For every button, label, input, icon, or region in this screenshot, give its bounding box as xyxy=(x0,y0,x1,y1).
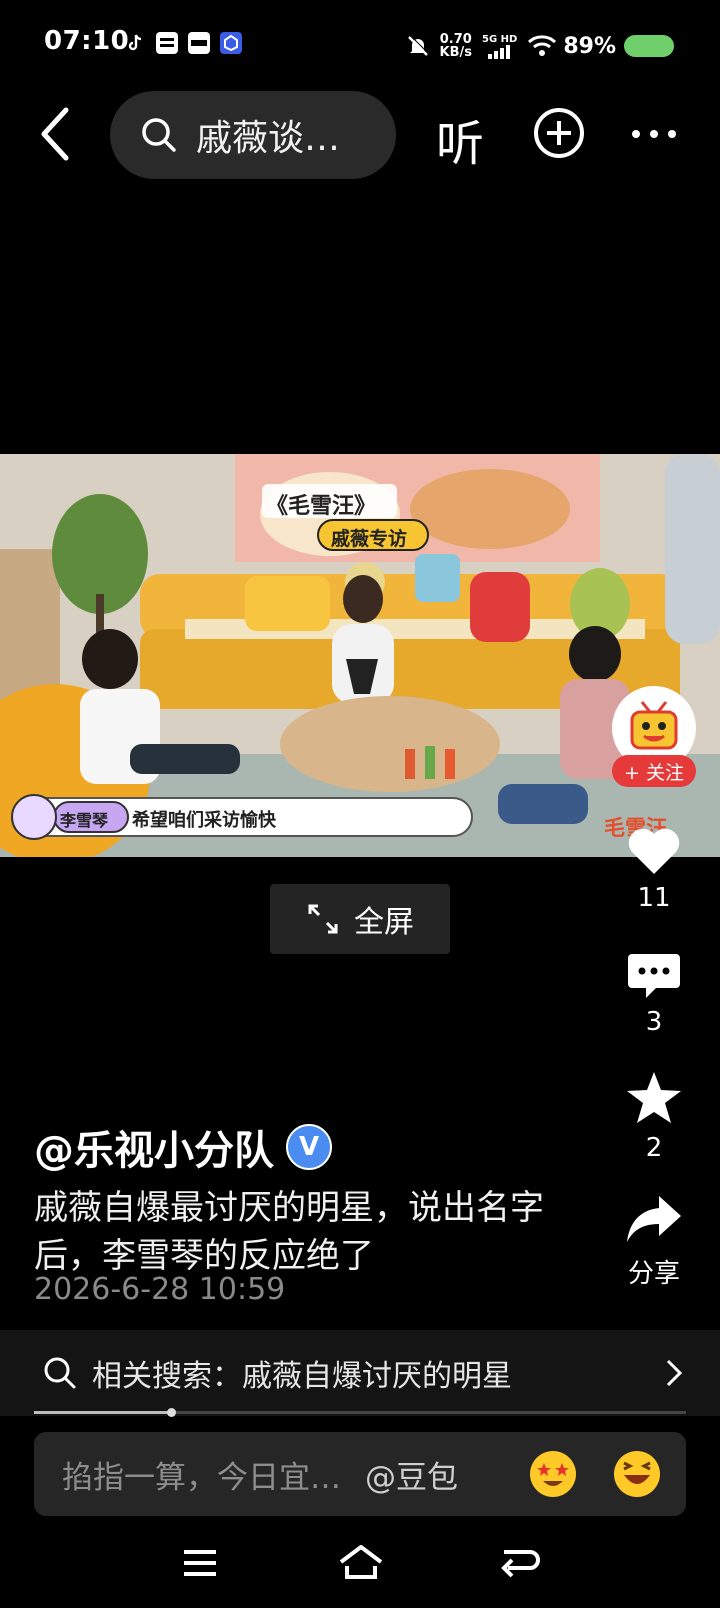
search-box[interactable]: 戚薇谈… xyxy=(110,91,396,179)
comment-button[interactable]: 3 xyxy=(610,950,698,1037)
return-icon xyxy=(501,1550,540,1578)
follow-button[interactable]: + 关注 xyxy=(612,755,696,787)
share-arrow-icon xyxy=(627,1196,681,1242)
menu-icon xyxy=(184,1550,216,1576)
tiktok-icon xyxy=(124,32,146,54)
back-nav-button[interactable] xyxy=(500,1546,540,1584)
listen-button[interactable]: 听 xyxy=(436,104,484,174)
related-search-text: 相关搜索：戚薇自爆讨厌的明星 xyxy=(92,1359,512,1394)
more-dots-icon xyxy=(632,130,676,138)
more-button[interactable] xyxy=(630,126,678,145)
like-count: 11 xyxy=(637,883,671,913)
signal-icon xyxy=(487,44,510,59)
battery-percent: 89% xyxy=(563,33,616,59)
speaker-name-tag: 李雪琴 xyxy=(60,811,109,830)
speaker-caption: 希望咱们采访愉快 xyxy=(132,810,276,831)
battery-icon xyxy=(624,35,674,57)
chevron-right-icon xyxy=(666,1359,683,1387)
mute-bell-icon xyxy=(407,35,429,56)
news-app-icon xyxy=(188,32,210,54)
expand-icon xyxy=(308,904,338,934)
favorite-button[interactable]: 2 xyxy=(610,1070,698,1163)
fullscreen-button[interactable]: 全屏 xyxy=(270,884,450,954)
fullscreen-label: 全屏 xyxy=(354,905,414,940)
mention-doubao[interactable]: @豆包 xyxy=(365,1452,458,1497)
related-search-bar[interactable]: 相关搜索：戚薇自爆讨厌的明星 xyxy=(0,1330,720,1416)
star-eyes-emoji-icon[interactable] xyxy=(530,1451,576,1497)
star-icon xyxy=(627,1072,681,1123)
status-time: 07:10 xyxy=(44,26,130,56)
author-name-row[interactable]: @乐视小分队 V xyxy=(34,1118,332,1176)
network-indicator: 5G HD xyxy=(482,34,517,59)
favorite-count: 2 xyxy=(645,1133,663,1163)
video-title-card: 《毛雪汪》 xyxy=(266,494,377,519)
app-notification-icon xyxy=(220,32,242,54)
comment-placeholder: 掐指一算，今日宜… xyxy=(62,1459,341,1496)
add-button[interactable] xyxy=(532,106,586,164)
laughing-emoji-icon[interactable] xyxy=(614,1451,660,1497)
wallet-icon xyxy=(156,32,178,54)
comment-count: 3 xyxy=(645,1007,663,1037)
verified-badge: V xyxy=(286,1124,332,1170)
comment-input[interactable]: 掐指一算，今日宜… @豆包 xyxy=(34,1432,686,1516)
video-player[interactable]: 《毛雪汪》 戚薇专访 李雪琴 希望咱们采访愉快 毛雪汪 xyxy=(0,454,720,857)
post-description: 戚薇自爆最讨厌的明星，说出名字后，李雪琴的反应绝了 xyxy=(34,1188,544,1276)
home-icon xyxy=(339,1545,383,1579)
video-progress-fill xyxy=(34,1411,171,1414)
heart-icon xyxy=(628,828,680,874)
post-date: 2026-6-28 10:59 xyxy=(34,1272,286,1307)
wifi-icon xyxy=(528,35,557,56)
search-icon xyxy=(44,1357,76,1389)
net-speed: 0.70 KB/s xyxy=(439,32,472,60)
menu-button[interactable] xyxy=(182,1548,218,1582)
search-icon xyxy=(142,118,176,152)
search-query: 戚薇谈… xyxy=(196,118,341,159)
video-subtitle-card: 戚薇专访 xyxy=(331,528,408,550)
author-name[interactable]: @乐视小分队 xyxy=(34,1118,274,1176)
back-arrow-icon xyxy=(41,107,69,161)
like-button[interactable]: 11 xyxy=(610,826,698,913)
comment-icon xyxy=(628,954,680,998)
plus-circle-icon xyxy=(534,108,584,158)
home-button[interactable] xyxy=(338,1544,384,1584)
share-label: 分享 xyxy=(627,1259,680,1289)
video-progress-handle[interactable] xyxy=(166,1408,176,1417)
share-button[interactable]: 分享 xyxy=(610,1194,698,1290)
back-button[interactable] xyxy=(38,106,72,166)
